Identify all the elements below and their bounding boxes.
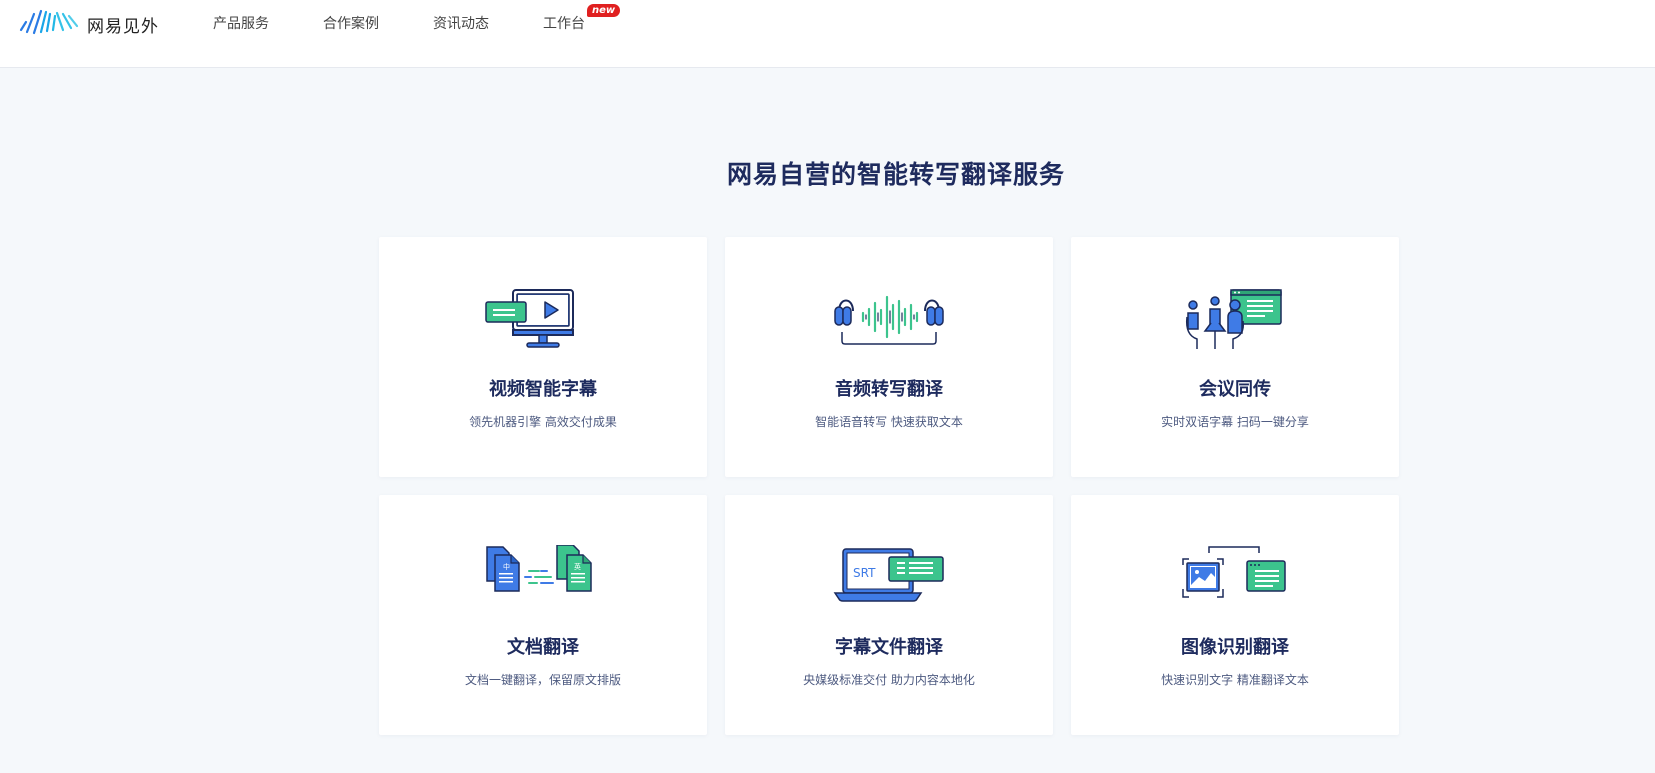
video-monitor-icon: [483, 287, 603, 351]
card-title: 视频智能字幕: [489, 379, 597, 400]
doc-source-label: 中: [503, 562, 510, 571]
card-image-translation[interactable]: 图像识别翻译 快速识别文字 精准翻译文本: [1071, 495, 1399, 735]
card-desc: 央媒级标准交付 助力内容本地化: [803, 673, 975, 687]
srt-label: SRT: [853, 566, 876, 580]
card-desc: 实时双语字幕 扫码一键分享: [1161, 415, 1309, 429]
card-meeting-interpretation[interactable]: 会议同传 实时双语字幕 扫码一键分享: [1071, 237, 1399, 477]
card-title: 音频转写翻译: [835, 379, 943, 400]
headphones-waveform-icon: [829, 287, 949, 351]
meeting-presentation-icon: [1175, 287, 1295, 351]
top-navigation-bar: 网易见外 产品服务 合作案例 资讯动态 工作台 new: [0, 0, 1655, 68]
document-translate-icon: 中 英: [483, 544, 603, 609]
nav-item-workbench[interactable]: 工作台 new: [543, 4, 621, 35]
card-desc: 领先机器引擎 高效交付成果: [469, 415, 617, 429]
wave-logo-icon: [19, 8, 81, 40]
card-title: 字幕文件翻译: [835, 637, 943, 658]
card-desc: 快速识别文字 精准翻译文本: [1161, 673, 1309, 687]
service-card-grid: 视频智能字幕 领先机器引擎 高效交付成果 音频转写翻译 智能语音转写 快速获取文…: [379, 237, 1400, 735]
card-title: 图像识别翻译: [1181, 637, 1289, 658]
new-badge: new: [587, 4, 621, 17]
card-audio-transcription[interactable]: 音频转写翻译 智能语音转写 快速获取文本: [725, 237, 1053, 477]
main-nav: 产品服务 合作案例 资讯动态 工作台 new: [213, 4, 639, 35]
card-title: 会议同传: [1199, 379, 1271, 400]
nav-item-cases[interactable]: 合作案例: [323, 13, 379, 35]
doc-target-label: 英: [574, 562, 581, 571]
card-desc: 智能语音转写 快速获取文本: [815, 415, 963, 429]
nav-item-products[interactable]: 产品服务: [213, 13, 269, 35]
section-title: 网易自营的智能转写翻译服务: [726, 160, 1065, 189]
srt-laptop-icon: SRT: [829, 545, 949, 609]
brand-logo[interactable]: 网易见外: [19, 8, 159, 40]
card-document-translation[interactable]: 中 英 文档翻译 文档一键翻译，保留原文排版: [379, 495, 707, 735]
image-ocr-icon: [1175, 545, 1295, 609]
brand-name: 网易见外: [87, 16, 159, 37]
nav-item-news[interactable]: 资讯动态: [433, 13, 489, 35]
card-subtitle-file-translation[interactable]: SRT 字幕文件翻译 央媒级标准交付 助力内容本地化: [725, 495, 1053, 735]
nav-item-workbench-label: 工作台: [543, 16, 585, 32]
card-title: 文档翻译: [507, 637, 579, 658]
card-video-subtitles[interactable]: 视频智能字幕 领先机器引擎 高效交付成果: [379, 237, 707, 477]
card-desc: 文档一键翻译，保留原文排版: [464, 673, 621, 687]
